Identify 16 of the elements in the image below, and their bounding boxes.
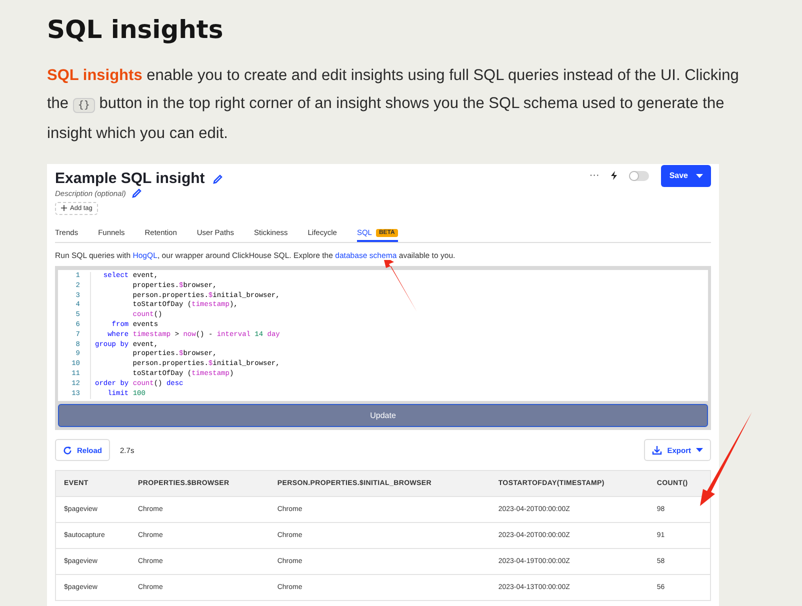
pencil-icon[interactable] [212, 174, 223, 184]
caret-icon[interactable] [696, 174, 703, 178]
plus-icon [61, 205, 67, 211]
update-button[interactable]: Update [58, 404, 708, 428]
caret-icon[interactable] [696, 448, 703, 452]
download-icon [652, 445, 662, 456]
lightning-icon [611, 171, 618, 180]
toggle-switch[interactable] [629, 170, 650, 180]
intro-paragraph: SQL insights enable you to create and edit insights using full SQL queries instead of the UI. Clicking the {} button in the top right corner of an insight shows you the SQL schema used to generate the insight which you can edit. [47, 66, 740, 144]
more-button[interactable]: ··· [589, 170, 600, 181]
save-button[interactable]: Save [661, 164, 711, 186]
page-heading: SQL insights [47, 14, 224, 46]
insight-title: Example SQL insight [55, 170, 205, 187]
inline-code: {} [72, 98, 95, 113]
reload-icon [63, 446, 72, 455]
pencil-icon[interactable] [132, 188, 142, 198]
